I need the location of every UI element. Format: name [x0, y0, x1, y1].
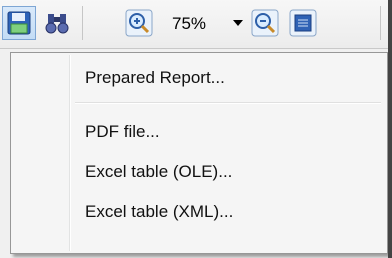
menu-item-pdf-file[interactable]: PDF file...	[13, 115, 385, 149]
toolbar: 75%	[0, 0, 392, 49]
menu-item-prepared-report[interactable]: Prepared Report...	[13, 61, 385, 95]
find-button[interactable]	[40, 6, 74, 40]
menu-item-label: Excel table (OLE)...	[85, 162, 233, 181]
save-button[interactable]	[2, 6, 36, 40]
zoom-in-icon	[125, 9, 153, 37]
zoom-in-button[interactable]	[122, 6, 156, 40]
toolbar-separator	[380, 6, 381, 40]
menu-separator	[75, 102, 381, 104]
zoom-out-button[interactable]	[248, 6, 282, 40]
zoom-out-icon	[251, 9, 279, 37]
chevron-down-icon[interactable]	[232, 18, 244, 28]
zoom-level[interactable]: 75%	[172, 11, 226, 37]
menu-item-excel-xml[interactable]: Excel table (XML)...	[13, 195, 385, 229]
toolbar-separator	[82, 6, 83, 40]
menu-item-label: Prepared Report...	[85, 68, 225, 87]
export-menu: Prepared Report... PDF file... Excel tab…	[10, 52, 388, 254]
menu-item-excel-ole[interactable]: Excel table (OLE)...	[13, 155, 385, 189]
menu-item-label: PDF file...	[85, 122, 160, 141]
page-view-button[interactable]	[286, 6, 320, 40]
menu-item-label: Excel table (XML)...	[85, 202, 234, 221]
binoculars-icon	[45, 14, 69, 34]
save-icon	[7, 11, 31, 35]
page-view-icon	[289, 9, 317, 37]
window-edge	[388, 0, 392, 258]
